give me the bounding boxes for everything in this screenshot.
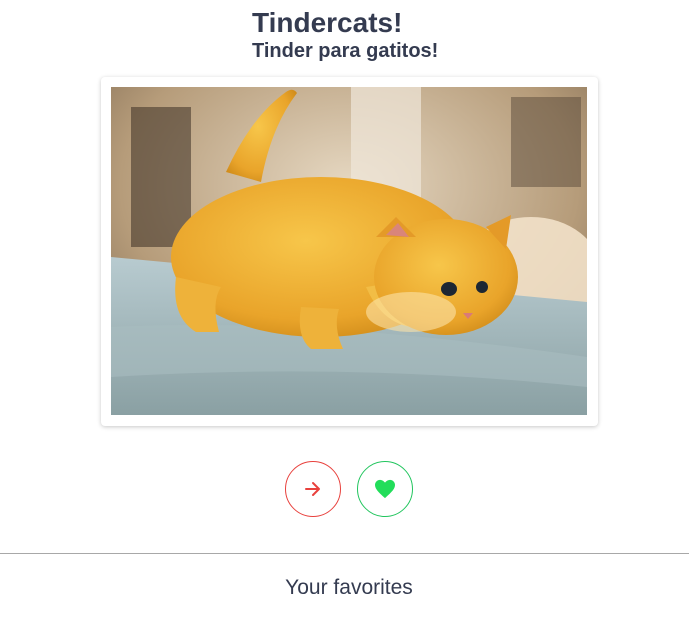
page-subtitle: Tinder para gatitos! <box>252 40 439 62</box>
kitten-illustration <box>111 87 587 415</box>
page-title: Tindercats! <box>252 7 403 38</box>
favorites-heading: Your favorites <box>285 576 413 599</box>
arrow-right-icon <box>305 482 320 496</box>
section-divider <box>0 553 689 554</box>
heart-icon <box>375 479 395 499</box>
favorite-button[interactable] <box>357 461 413 517</box>
page-header: Tindercats! Tinder para gatitos! <box>252 7 438 63</box>
cat-card <box>101 77 598 426</box>
kitten-photo <box>111 87 587 415</box>
next-button[interactable] <box>285 461 341 517</box>
